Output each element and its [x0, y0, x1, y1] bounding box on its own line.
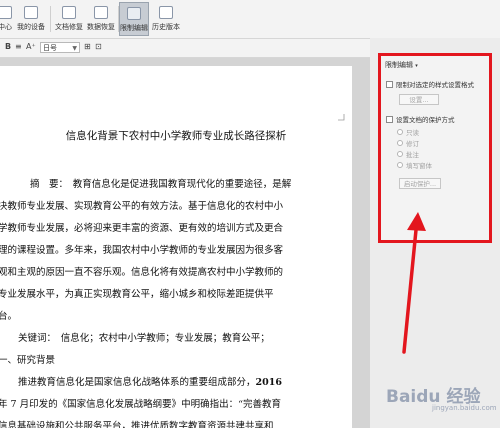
radio-button[interactable]: [397, 140, 403, 146]
protection-mode-label: 设置文档的保护方式: [396, 116, 455, 124]
font-color-icon[interactable]: ≡: [15, 42, 22, 51]
panel-title-text: 限制编辑: [385, 61, 413, 69]
document-line: 推进教育信息化是国家信息化战略体系的重要组成部分，2016: [18, 372, 318, 394]
settings-button[interactable]: 设置...: [399, 94, 439, 105]
document-line: 观和主观的原因一直不容乐观。信息化将有效提高农村中小学教师的: [0, 267, 284, 278]
radio-label: 修订: [406, 140, 419, 148]
toolbar-label: 中心: [0, 23, 12, 31]
toolbar-button-document-repair[interactable]: 文档修复: [54, 2, 84, 36]
radio-revision[interactable]: 修订: [397, 138, 419, 148]
document-line: 理的课程设置。多年来，我国农村中小学教师的专业发展因为很多客: [0, 245, 284, 256]
radio-label: 只读: [406, 129, 419, 137]
ribbon-toolbar: 中心 我的设备 文档修复 数据恢复 限制编辑 历史版本: [0, 0, 500, 39]
chevron-down-icon: ▼: [72, 45, 77, 52]
history-icon: [159, 6, 173, 19]
toolbar-button-center[interactable]: 中心: [0, 2, 16, 36]
document-line: 信息基础设施和公共服务平台，推进优质数字教育资源共建共享和: [0, 421, 274, 428]
toolbar-label: 文档修复: [55, 23, 83, 31]
document-line: 年 7 月印发的《国家信息化发展战略纲要》中明确指出：“完善教育: [0, 399, 281, 410]
page-corner-mark: [338, 114, 345, 121]
format-restriction-label: 限制对选定的样式设置格式: [396, 81, 474, 89]
radio-label: 填写窗体: [406, 162, 432, 170]
toolbar-button-data-recovery[interactable]: 数据恢复: [86, 2, 116, 36]
section-heading: 一、研究背景: [0, 355, 56, 366]
toolbar-button-my-device[interactable]: 我的设备: [16, 2, 46, 36]
ruler-icon[interactable]: ⊡: [95, 42, 102, 51]
radio-fill-forms[interactable]: 填写窗体: [397, 160, 432, 170]
toolbar-label: 数据恢复: [87, 23, 115, 31]
protection-mode-checkbox[interactable]: [386, 115, 393, 123]
home-icon: [0, 6, 12, 19]
radio-comment[interactable]: 批注: [397, 149, 419, 159]
radio-button[interactable]: [397, 151, 403, 157]
start-protection-button[interactable]: 启动保护...: [399, 178, 441, 189]
document-line: 摘 要： 教育信息化是促进我国教育现代化的重要途径，是解: [30, 179, 292, 190]
data-recovery-icon: [94, 6, 108, 19]
panel-title: 限制编辑 ▾: [385, 60, 418, 70]
font-size-select[interactable]: 日号 ▼: [40, 42, 80, 53]
document-title: 信息化背景下农村中小学教师专业成长路径探析: [65, 130, 287, 142]
grid-icon[interactable]: ⊞: [84, 42, 91, 51]
watermark-url: jingyan.baidu.com: [432, 404, 497, 412]
bold-button[interactable]: B: [5, 42, 11, 51]
keywords-line: 关键词： 信息化；农村中小学教师；专业发展；教育公平；: [18, 333, 270, 344]
toolbar-label: 我的设备: [17, 23, 45, 31]
protection-mode-option[interactable]: 设置文档的保护方式: [386, 114, 455, 124]
font-size-up-button[interactable]: A⁺: [26, 42, 36, 51]
toolbar-label: 限制编辑: [120, 24, 148, 32]
restrict-edit-panel: 限制编辑 ▾ 限制对选定的样式设置格式 设置... 设置文档的保护方式 只读 修…: [370, 38, 500, 428]
radio-button[interactable]: [397, 162, 403, 168]
document-page[interactable]: 信息化背景下农村中小学教师专业成长路径探析 摘 要： 教育信息化是促进我国教育现…: [0, 66, 352, 428]
radio-button[interactable]: [397, 129, 403, 135]
format-restriction-checkbox[interactable]: [386, 80, 393, 88]
document-repair-icon: [62, 6, 76, 19]
line-text: 推进教育信息化是国家信息化战略体系的重要组成部分，: [18, 377, 256, 388]
document-line: 专业发展水平，为真正实现教育公平，缩小城乡和校际差距提供平: [0, 289, 274, 300]
toolbar-label: 历史版本: [152, 23, 180, 31]
document-line: 学教师专业发展，必将迎来更丰富的资源、更有效的培训方式及更合: [0, 223, 284, 234]
chevron-down-icon: ▾: [415, 63, 418, 69]
document-line: 决教师专业发展、实现教育公平的有效方法。基于信息化的农村中小: [0, 201, 284, 212]
document-line: 台。: [0, 311, 18, 322]
toolbar-divider: [50, 6, 51, 32]
restrict-edit-icon: [127, 7, 141, 20]
toolbar-button-history[interactable]: 历史版本: [151, 2, 181, 36]
toolbar-button-restrict-edit[interactable]: 限制编辑: [119, 2, 149, 36]
radio-read-only[interactable]: 只读: [397, 127, 419, 137]
bold-year: 2016: [255, 377, 282, 388]
restrict-edit-options-box: 限制编辑 ▾ 限制对选定的样式设置格式 设置... 设置文档的保护方式 只读 修…: [378, 53, 492, 243]
radio-label: 批注: [406, 151, 419, 159]
font-size-value: 日号: [43, 44, 57, 52]
device-icon: [24, 6, 38, 19]
document-area: 信息化背景下农村中小学教师专业成长路径探析 摘 要： 教育信息化是促进我国教育现…: [0, 58, 370, 428]
format-restriction-option[interactable]: 限制对选定的样式设置格式: [386, 79, 474, 89]
